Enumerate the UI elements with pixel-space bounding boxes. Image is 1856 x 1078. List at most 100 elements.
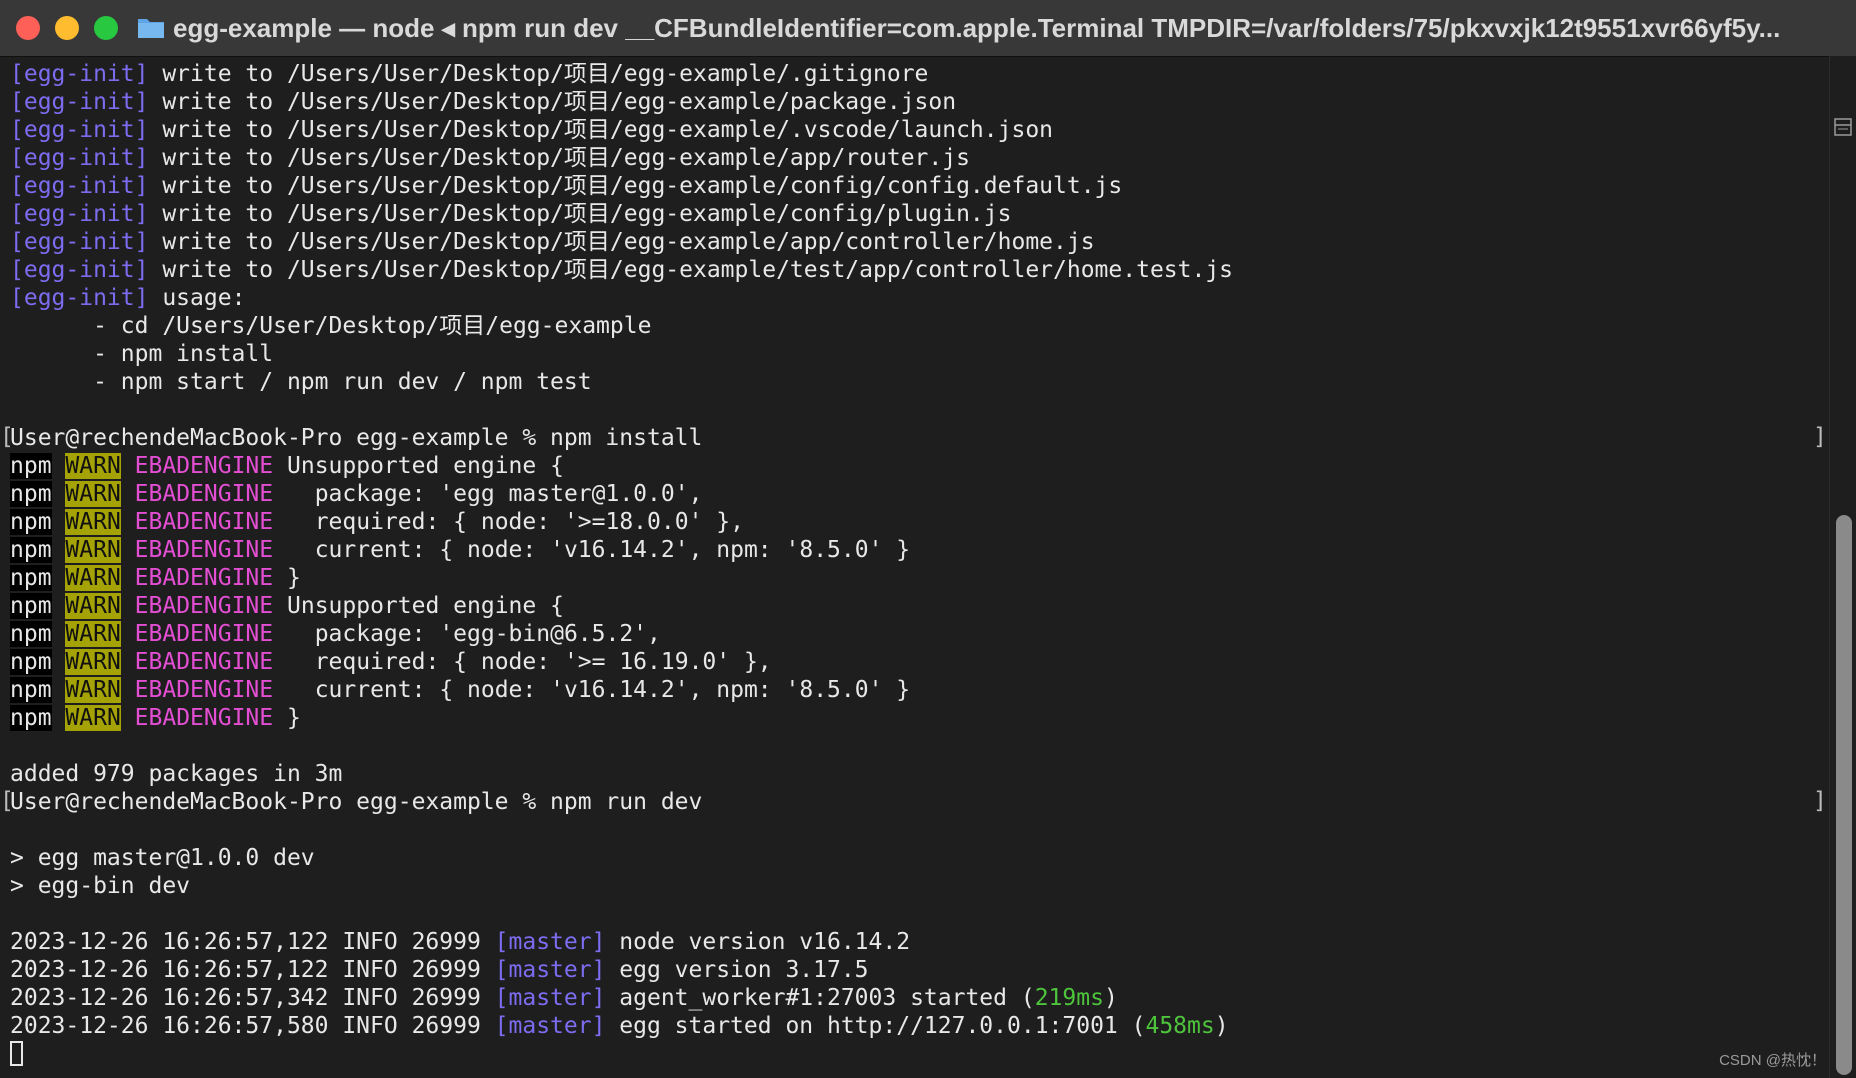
egg-init-text: write to /Users/User/Desktop/项目/egg-exam… <box>148 117 1054 143</box>
log-suffix: ) <box>1103 985 1118 1011</box>
log-prefix: 2023-12-26 16:26:57,342 INFO 26999 <box>10 985 495 1011</box>
npm-label: npm <box>10 677 52 703</box>
egg-init-tag: [egg-init] <box>10 257 149 283</box>
ebadengine-label: EBADENGINE <box>134 649 274 675</box>
egg-init-tag: [egg-init] <box>10 117 149 143</box>
egg-init-line: [egg-init] write to /Users/User/Desktop/… <box>10 60 1825 88</box>
warn-badge: WARN <box>65 453 121 479</box>
log-prefix: 2023-12-26 16:26:57,122 INFO 26999 <box>10 957 495 983</box>
ebadengine-label: EBADENGINE <box>134 705 274 731</box>
maximize-button[interactable] <box>94 16 118 40</box>
minimize-button[interactable] <box>55 16 79 40</box>
npm-warn-block: npm WARN EBADENGINE Unsupported engine {… <box>10 452 1825 732</box>
egg-init-tag: [egg-init] <box>10 89 149 115</box>
prompt-mark-right: ] <box>1813 424 1827 450</box>
warn-badge: WARN <box>65 509 121 535</box>
egg-init-text: write to /Users/User/Desktop/项目/egg-exam… <box>148 229 1095 255</box>
npm-warn-line: npm WARN EBADENGINE current: { node: 'v1… <box>10 536 1825 564</box>
warn-text: required: { node: '>= 16.19.0' }, <box>287 649 772 675</box>
npm-label: npm <box>10 565 52 591</box>
warn-badge: WARN <box>65 705 121 731</box>
window-title: egg-example — node ◂ npm run dev __CFBun… <box>173 13 1781 43</box>
egg-init-tag: [egg-init] <box>10 201 149 227</box>
prompt-npm-run-dev: User@rechendeMacBook-Pro egg-example % n… <box>10 789 703 815</box>
egg-init-text: write to /Users/User/Desktop/项目/egg-exam… <box>148 173 1123 199</box>
log-text: node version v16.14.2 <box>605 929 911 955</box>
ebadengine-label: EBADENGINE <box>134 481 274 507</box>
log-text: agent_worker#1:27003 started ( <box>605 985 1035 1011</box>
npm-warn-line: npm WARN EBADENGINE current: { node: 'v1… <box>10 676 1825 704</box>
warn-text: Unsupported engine { <box>287 593 564 619</box>
egg-init-line: [egg-init] write to /Users/User/Desktop/… <box>10 172 1825 200</box>
egg-init-text: write to /Users/User/Desktop/项目/egg-exam… <box>148 201 1012 227</box>
ebadengine-label: EBADENGINE <box>134 509 274 535</box>
warn-badge: WARN <box>65 565 121 591</box>
duration: 458ms <box>1145 1013 1215 1039</box>
warn-text: } <box>287 705 301 731</box>
npm-warn-line: npm WARN EBADENGINE package: 'egg master… <box>10 480 1825 508</box>
ebadengine-label: EBADENGINE <box>134 593 274 619</box>
dev-script-line: > egg-bin dev <box>10 873 191 899</box>
usage-line: - npm start / npm run dev / npm test <box>10 369 592 395</box>
warn-badge: WARN <box>65 537 121 563</box>
egg-init-line: [egg-init] write to /Users/User/Desktop/… <box>10 256 1825 284</box>
egg-init-tag: [egg-init] <box>10 173 149 199</box>
npm-warn-line: npm WARN EBADENGINE } <box>10 704 1825 732</box>
cursor-line[interactable] <box>10 1040 1825 1068</box>
log-suffix: ) <box>1214 1013 1229 1039</box>
folder-icon <box>138 19 164 38</box>
split-pane-icon[interactable] <box>1834 118 1852 136</box>
egg-init-line: [egg-init] write to /Users/User/Desktop/… <box>10 200 1825 228</box>
log-line: 2023-12-26 16:26:57,580 INFO 26999 [mast… <box>10 1012 1825 1040</box>
warn-text: package: 'egg-bin@6.5.2', <box>287 621 661 647</box>
npm-warn-line: npm WARN EBADENGINE package: 'egg-bin@6.… <box>10 620 1825 648</box>
log-prefix: 2023-12-26 16:26:57,580 INFO 26999 <box>10 1013 495 1039</box>
prompt-npm-install: User@rechendeMacBook-Pro egg-example % n… <box>10 425 703 451</box>
npm-label: npm <box>10 509 52 535</box>
npm-label: npm <box>10 705 52 731</box>
egg-init-line: [egg-init] write to /Users/User/Desktop/… <box>10 116 1825 144</box>
egg-init-tag: [egg-init] <box>10 145 149 171</box>
warn-text: Unsupported engine { <box>287 453 564 479</box>
close-button[interactable] <box>16 16 40 40</box>
prompt-mark-right: ] <box>1813 788 1827 814</box>
log-line: 2023-12-26 16:26:57,122 INFO 26999 [mast… <box>10 928 1825 956</box>
usage-block: - cd /Users/User/Desktop/项目/egg-example … <box>10 312 1825 396</box>
egg-init-line: [egg-init] write to /Users/User/Desktop/… <box>10 88 1825 116</box>
warn-badge: WARN <box>65 677 121 703</box>
npm-warn-line: npm WARN EBADENGINE Unsupported engine { <box>10 452 1825 480</box>
egg-init-text: usage: <box>148 285 246 311</box>
npm-warn-line: npm WARN EBADENGINE Unsupported engine { <box>10 592 1825 620</box>
log-text: egg started on http://127.0.0.1:7001 ( <box>605 1013 1146 1039</box>
npm-label: npm <box>10 593 52 619</box>
title-bar[interactable]: egg-example — node ◂ npm run dev __CFBun… <box>0 0 1856 57</box>
scrollbar-thumb[interactable] <box>1836 515 1852 1075</box>
warn-badge: WARN <box>65 481 121 507</box>
warn-badge: WARN <box>65 621 121 647</box>
log-prefix: 2023-12-26 16:26:57,122 INFO 26999 <box>10 929 495 955</box>
terminal-output[interactable]: [egg-init] write to /Users/User/Desktop/… <box>10 60 1825 1075</box>
warn-text: current: { node: 'v16.14.2', npm: '8.5.0… <box>287 677 911 703</box>
egg-init-block: [egg-init] write to /Users/User/Desktop/… <box>10 60 1825 312</box>
watermark: CSDN @热忱！ <box>1719 1052 1826 1069</box>
egg-init-text: write to /Users/User/Desktop/项目/egg-exam… <box>148 89 957 115</box>
usage-line: - npm install <box>10 341 274 367</box>
egg-init-line: [egg-init] write to /Users/User/Desktop/… <box>10 228 1825 256</box>
text-cursor <box>10 1041 23 1066</box>
master-tag: [master] <box>494 985 606 1011</box>
master-tag: [master] <box>494 929 606 955</box>
master-tag: [master] <box>494 957 606 983</box>
ebadengine-label: EBADENGINE <box>134 621 274 647</box>
ebadengine-label: EBADENGINE <box>134 565 274 591</box>
dev-script-block: > egg master@1.0.0 dev > egg-bin dev <box>10 844 1825 900</box>
terminal-window: egg-example — node ◂ npm run dev __CFBun… <box>0 0 1856 1078</box>
egg-init-text: write to /Users/User/Desktop/项目/egg-exam… <box>148 257 1234 283</box>
duration: 219ms <box>1034 985 1104 1011</box>
npm-warn-line: npm WARN EBADENGINE required: { node: '>… <box>10 648 1825 676</box>
log-line: 2023-12-26 16:26:57,342 INFO 26999 [mast… <box>10 984 1825 1012</box>
warn-text: package: 'egg master@1.0.0', <box>287 481 703 507</box>
prompt-mark-left: [ <box>0 788 14 814</box>
egg-init-line: [egg-init] write to /Users/User/Desktop/… <box>10 144 1825 172</box>
